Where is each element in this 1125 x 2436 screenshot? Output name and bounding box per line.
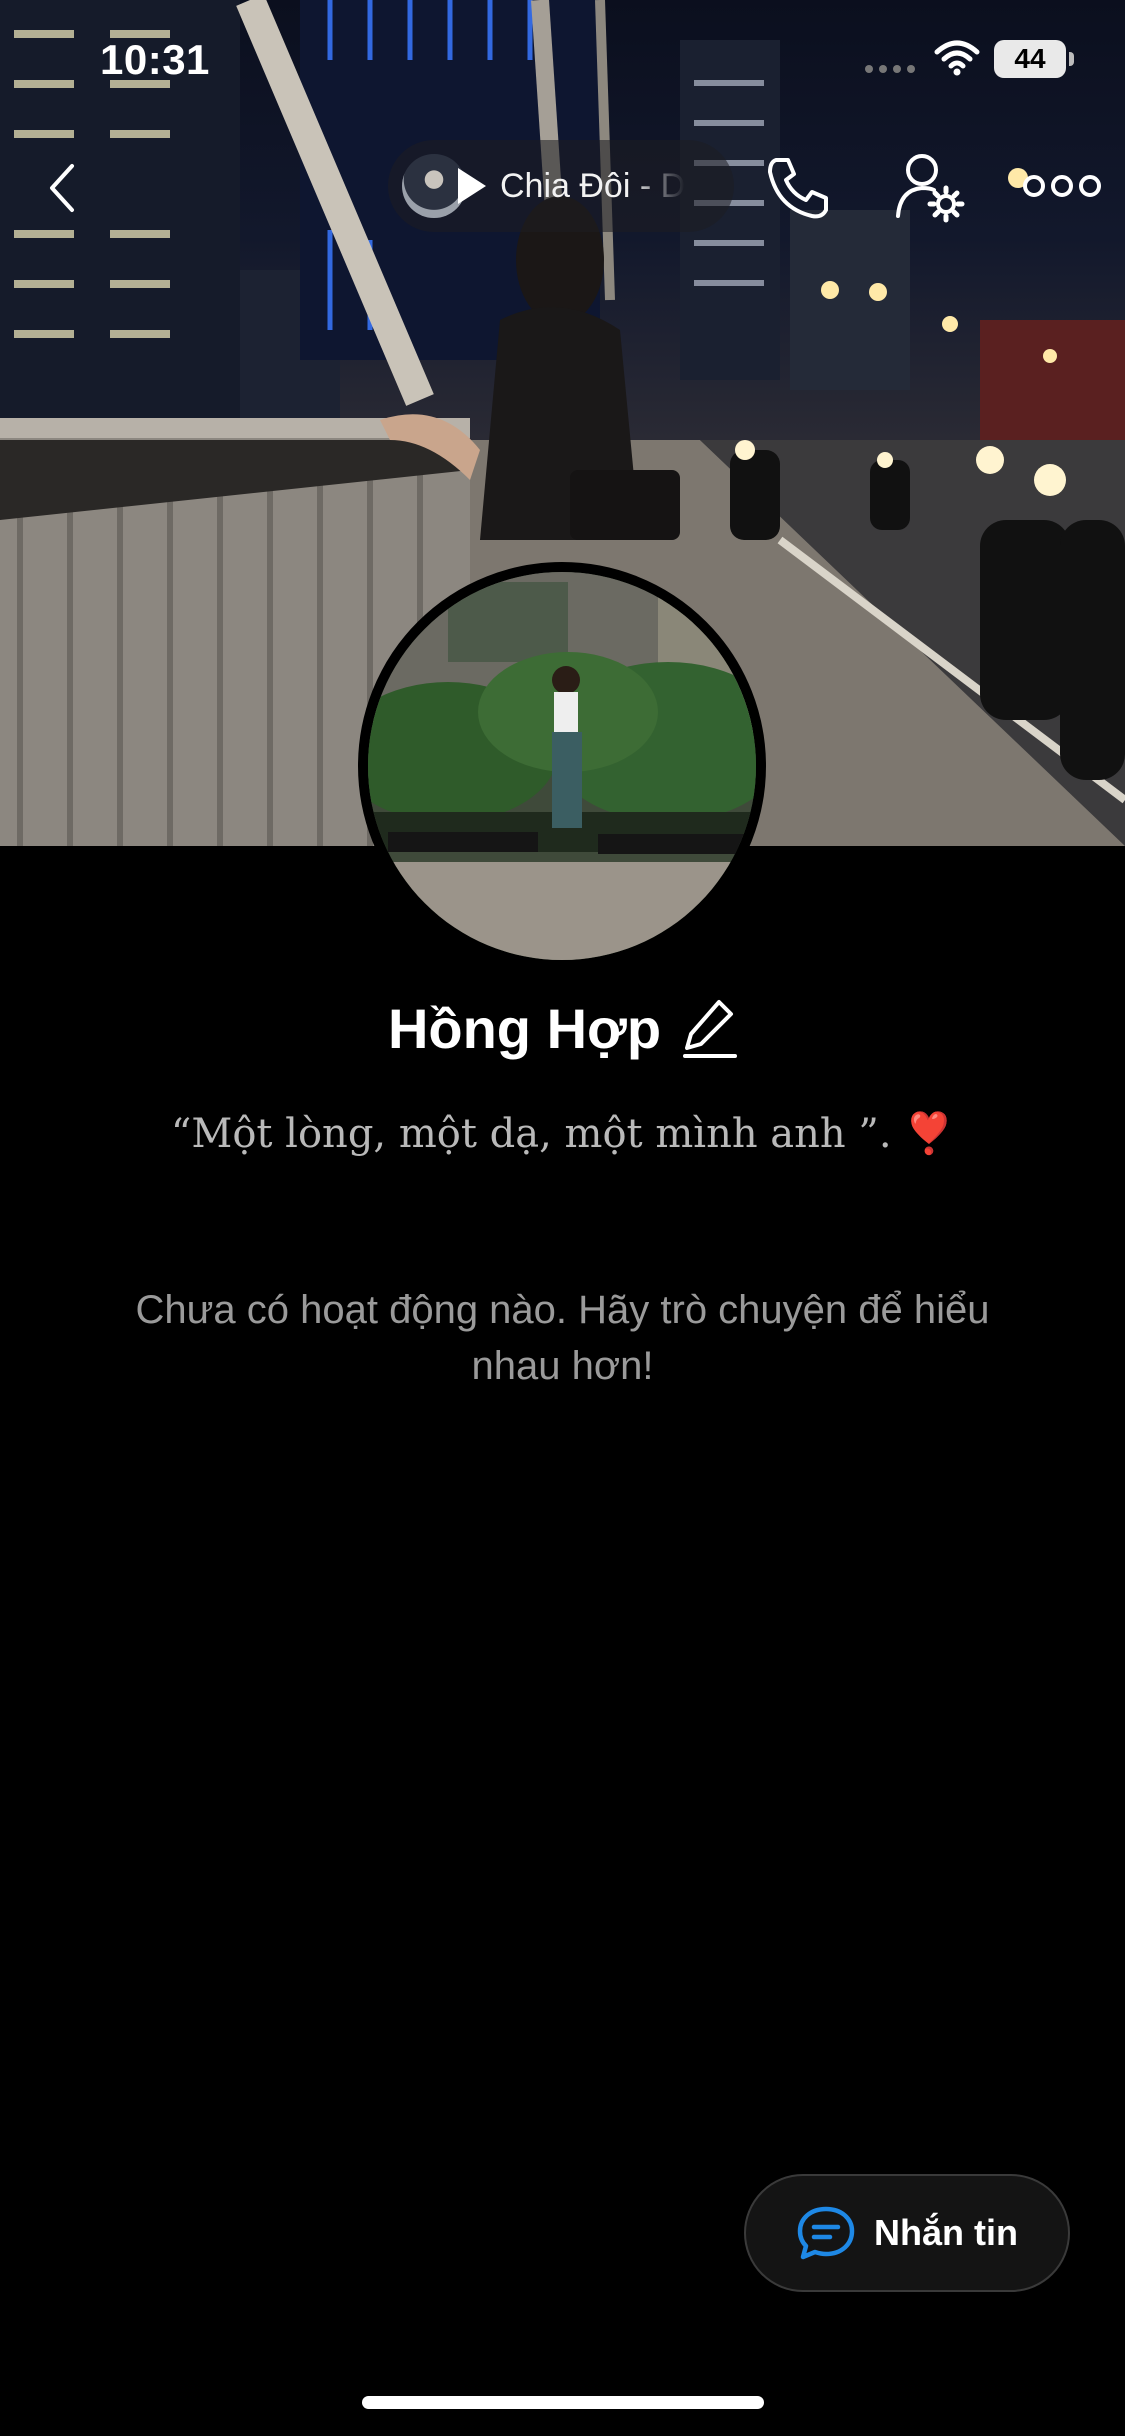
- home-indicator[interactable]: [362, 2396, 764, 2409]
- chat-bubble-icon: [797, 2206, 855, 2260]
- profile-name: Hồng Hợp: [387, 997, 662, 1060]
- message-button-label: Nhắn tin: [874, 2212, 1018, 2253]
- profile-settings-button[interactable]: [894, 150, 970, 226]
- profile-music-player[interactable]: Chia Đôi - D: [388, 140, 734, 232]
- more-options-button[interactable]: [1022, 166, 1102, 206]
- pencil-icon[interactable]: [683, 998, 738, 1060]
- status-time: 10:31: [100, 36, 210, 83]
- chevron-left-icon: [50, 164, 74, 212]
- avatar-photo: [368, 572, 756, 960]
- call-button[interactable]: [762, 152, 834, 224]
- avatar[interactable]: [358, 562, 766, 970]
- phone-icon: [768, 158, 828, 219]
- bio-text: “Một lòng, một dạ, một mình anh ”.: [170, 1111, 892, 1157]
- profile-name-row: Hồng Hợp: [0, 996, 1125, 1061]
- message-button[interactable]: Nhắn tin: [744, 2174, 1070, 2292]
- activity-empty-message: Chưa có hoạt động nào. Hãy trò chuyện để…: [135, 1288, 990, 1388]
- wifi-icon: [934, 40, 980, 76]
- profile-bio: “Một lòng, một dạ, một mình anh ”. ❣️: [0, 1110, 1125, 1157]
- play-icon[interactable]: [454, 166, 488, 206]
- bio-heart-emoji: ❣️: [904, 1111, 955, 1157]
- status-bar: 10:31 44: [0, 0, 1125, 120]
- music-title: Chia Đôi - D: [500, 167, 686, 205]
- back-button[interactable]: [32, 152, 92, 224]
- signal-dots-icon: [865, 65, 915, 73]
- user-gear-icon: [896, 154, 965, 223]
- battery-indicator: 44: [994, 40, 1074, 78]
- more-dots-icon: [1023, 175, 1101, 197]
